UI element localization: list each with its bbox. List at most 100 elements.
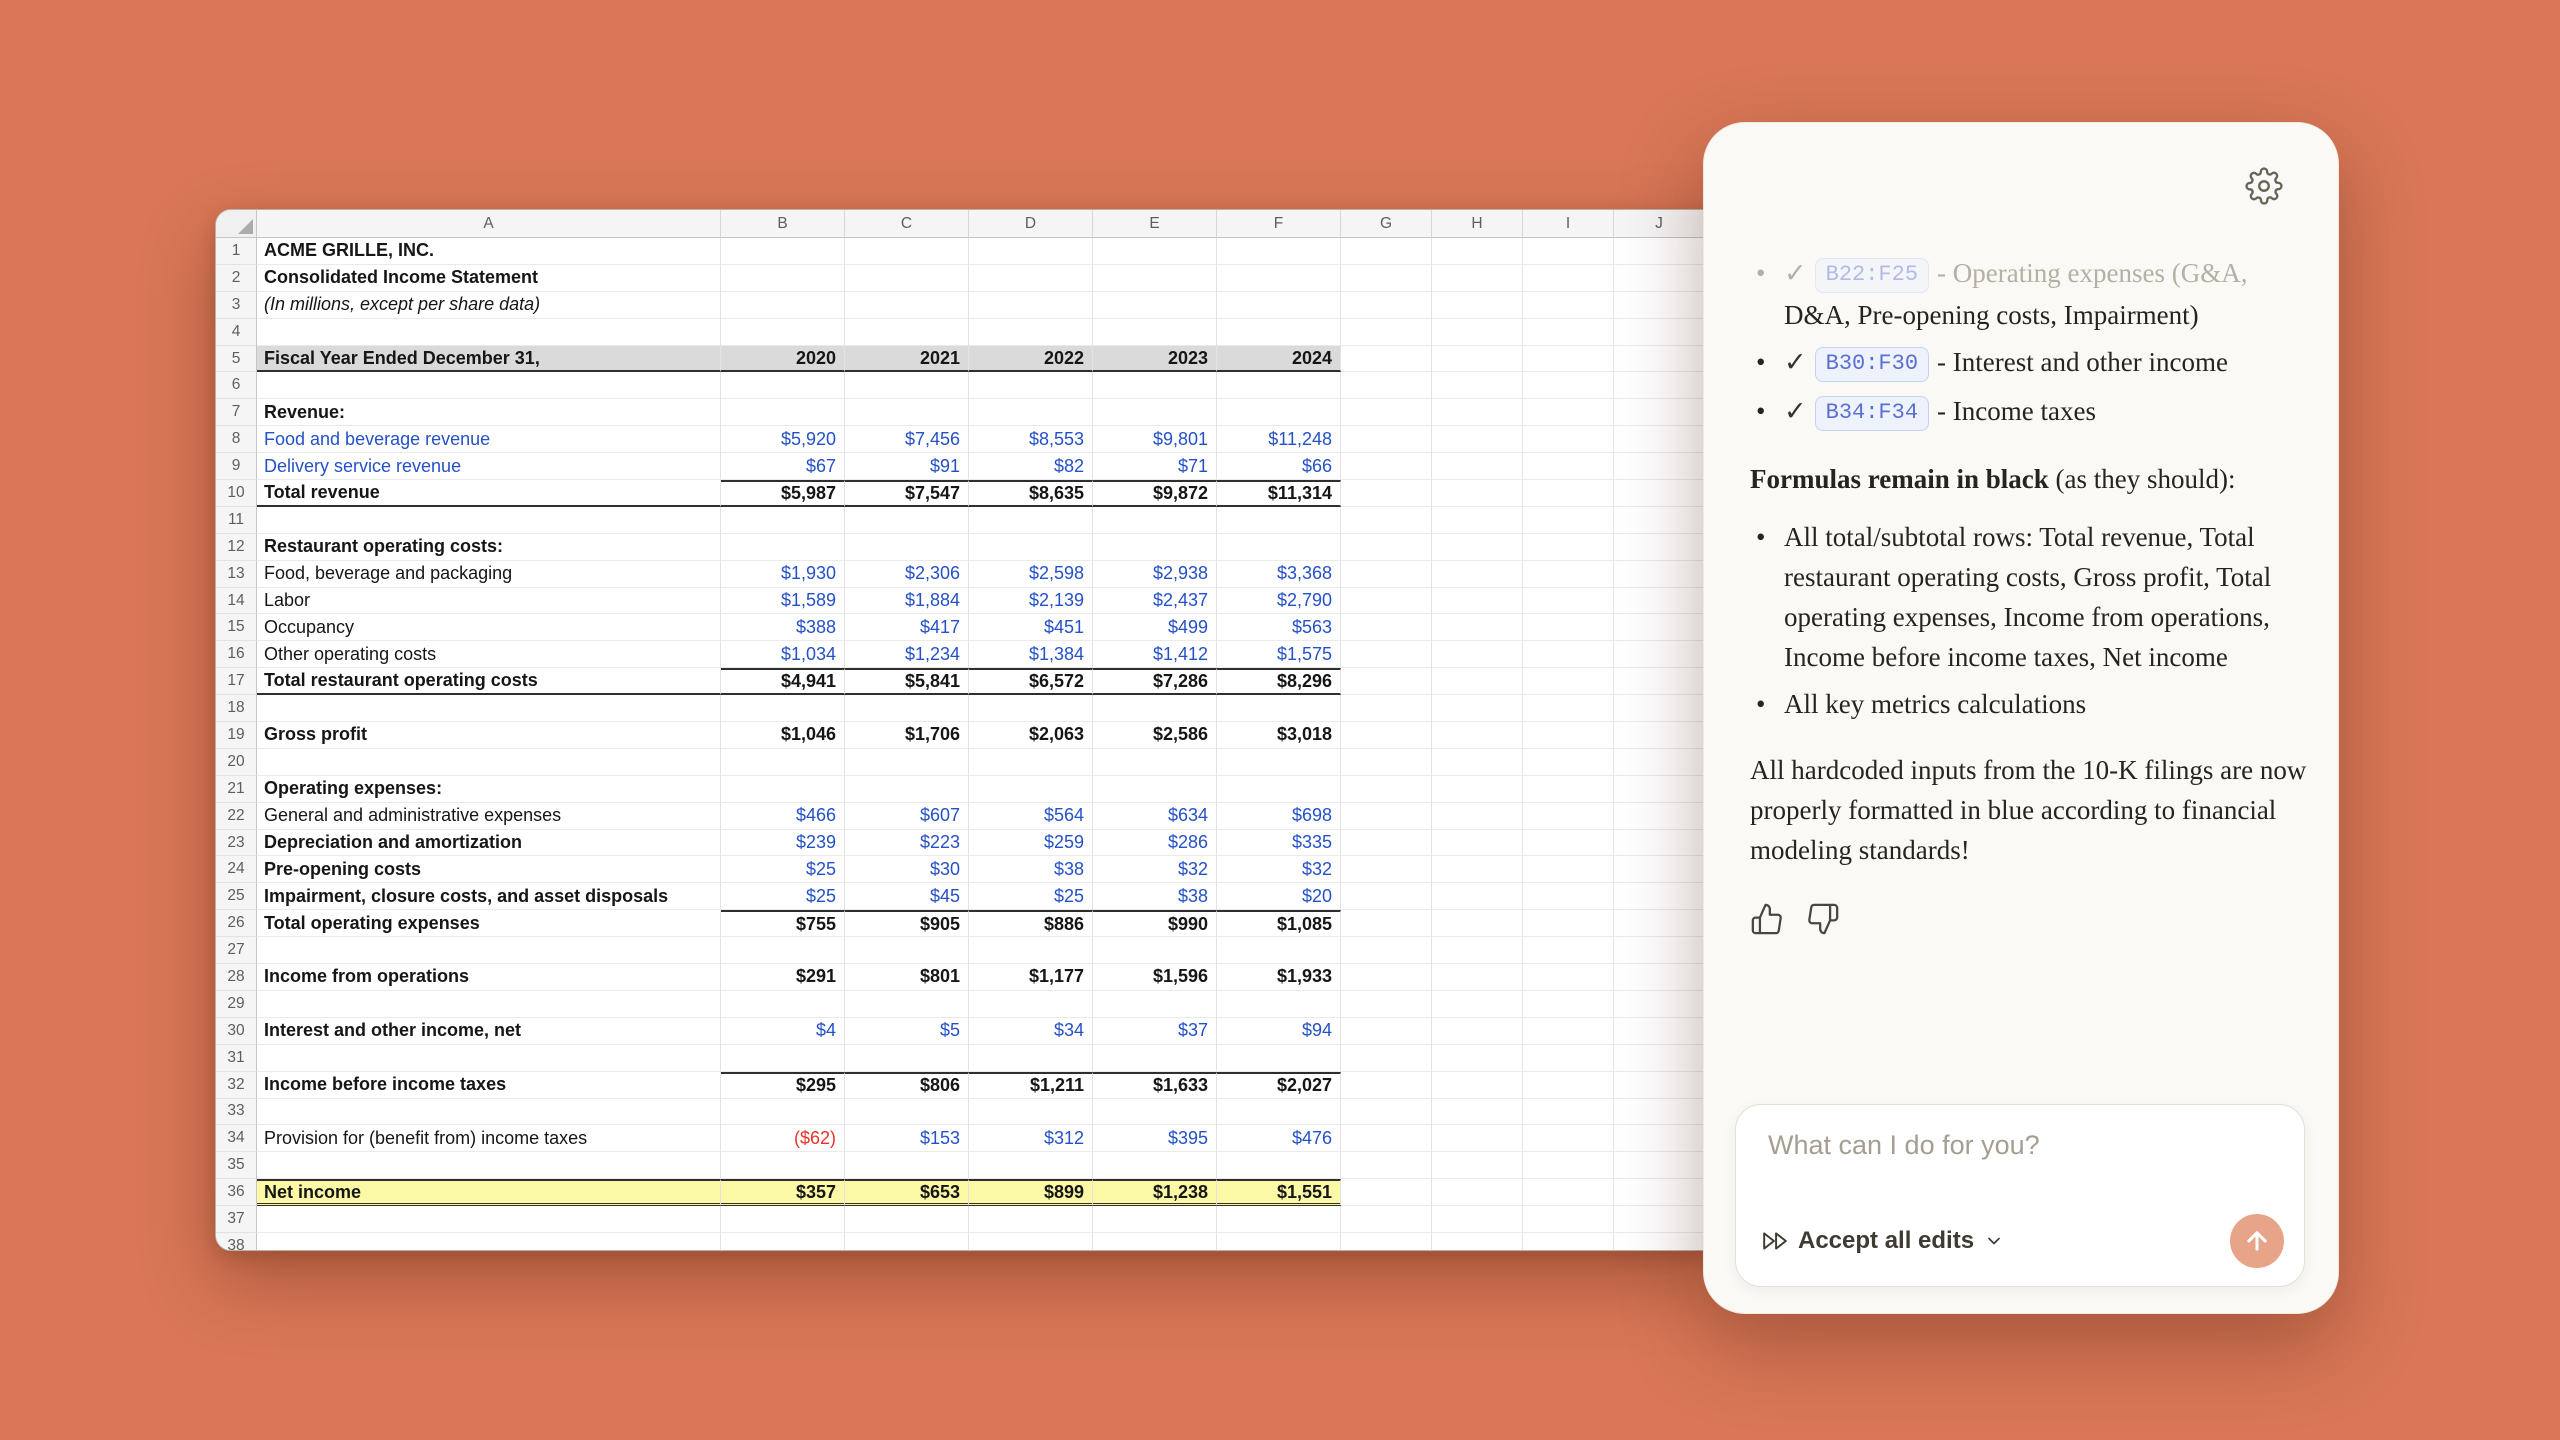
cell-C10[interactable]: $7,547 xyxy=(845,480,969,507)
row-header-23[interactable]: 23 xyxy=(216,830,257,857)
cell-J33[interactable] xyxy=(1614,1099,1705,1126)
cell-A27[interactable] xyxy=(257,937,721,964)
cell-D36[interactable]: $899 xyxy=(969,1179,1093,1206)
column-header-F[interactable]: F xyxy=(1217,210,1341,238)
cell-C2[interactable] xyxy=(845,265,969,292)
cell-G35[interactable] xyxy=(1341,1152,1432,1179)
cell-H13[interactable] xyxy=(1432,561,1523,588)
cell-J27[interactable] xyxy=(1614,937,1705,964)
cell-A15[interactable]: Occupancy xyxy=(257,614,721,641)
send-button[interactable] xyxy=(2230,1214,2284,1268)
row-header-32[interactable]: 32 xyxy=(216,1072,257,1099)
accept-all-edits-button[interactable]: Accept all edits xyxy=(1762,1227,2004,1255)
cell-G16[interactable] xyxy=(1341,641,1432,668)
cell-D23[interactable]: $259 xyxy=(969,830,1093,857)
cell-F21[interactable] xyxy=(1217,776,1341,803)
cell-J36[interactable] xyxy=(1614,1179,1705,1206)
cell-J10[interactable] xyxy=(1614,480,1705,507)
cell-H10[interactable] xyxy=(1432,480,1523,507)
cell-I29[interactable] xyxy=(1523,991,1614,1018)
cell-H5[interactable] xyxy=(1432,346,1523,373)
cell-I26[interactable] xyxy=(1523,910,1614,937)
cell-D17[interactable]: $6,572 xyxy=(969,668,1093,695)
cell-C21[interactable] xyxy=(845,776,969,803)
column-header-B[interactable]: B xyxy=(721,210,845,238)
cell-I37[interactable] xyxy=(1523,1206,1614,1233)
cell-F1[interactable] xyxy=(1217,238,1341,265)
cell-B35[interactable] xyxy=(721,1152,845,1179)
cell-F34[interactable]: $476 xyxy=(1217,1125,1341,1152)
cell-H8[interactable] xyxy=(1432,426,1523,453)
cell-H19[interactable] xyxy=(1432,722,1523,749)
cell-F26[interactable]: $1,085 xyxy=(1217,910,1341,937)
cell-A24[interactable]: Pre-opening costs xyxy=(257,856,721,883)
cell-E15[interactable]: $499 xyxy=(1093,614,1217,641)
cell-H32[interactable] xyxy=(1432,1072,1523,1099)
cell-D19[interactable]: $2,063 xyxy=(969,722,1093,749)
cell-F9[interactable]: $66 xyxy=(1217,453,1341,480)
cell-A16[interactable]: Other operating costs xyxy=(257,641,721,668)
row-header-15[interactable]: 15 xyxy=(216,614,257,641)
cell-B1[interactable] xyxy=(721,238,845,265)
cell-A38[interactable] xyxy=(257,1233,721,1251)
cell-C9[interactable]: $91 xyxy=(845,453,969,480)
cell-H20[interactable] xyxy=(1432,749,1523,776)
cell-B16[interactable]: $1,034 xyxy=(721,641,845,668)
thumbs-up-button[interactable] xyxy=(1750,902,1784,939)
cell-G38[interactable] xyxy=(1341,1233,1432,1251)
cell-B27[interactable] xyxy=(721,937,845,964)
cell-E28[interactable]: $1,596 xyxy=(1093,964,1217,991)
column-header-C[interactable]: C xyxy=(845,210,969,238)
cell-F14[interactable]: $2,790 xyxy=(1217,588,1341,615)
cell-C20[interactable] xyxy=(845,749,969,776)
cell-J7[interactable] xyxy=(1614,399,1705,426)
row-header-17[interactable]: 17 xyxy=(216,668,257,695)
cell-J21[interactable] xyxy=(1614,776,1705,803)
cell-F36[interactable]: $1,551 xyxy=(1217,1179,1341,1206)
cell-I19[interactable] xyxy=(1523,722,1614,749)
cell-H35[interactable] xyxy=(1432,1152,1523,1179)
cell-G11[interactable] xyxy=(1341,507,1432,534)
cell-E31[interactable] xyxy=(1093,1045,1217,1072)
cell-G33[interactable] xyxy=(1341,1099,1432,1126)
cell-G15[interactable] xyxy=(1341,614,1432,641)
cell-range-chip[interactable]: B22:F25 xyxy=(1815,258,1929,293)
cell-E22[interactable]: $634 xyxy=(1093,803,1217,830)
cell-B26[interactable]: $755 xyxy=(721,910,845,937)
cell-F31[interactable] xyxy=(1217,1045,1341,1072)
cell-H1[interactable] xyxy=(1432,238,1523,265)
cell-I10[interactable] xyxy=(1523,480,1614,507)
cell-F18[interactable] xyxy=(1217,695,1341,722)
cell-H3[interactable] xyxy=(1432,292,1523,319)
cell-F6[interactable] xyxy=(1217,372,1341,399)
cell-E14[interactable]: $2,437 xyxy=(1093,588,1217,615)
cell-H28[interactable] xyxy=(1432,964,1523,991)
row-header-1[interactable]: 1 xyxy=(216,238,257,265)
cell-A25[interactable]: Impairment, closure costs, and asset dis… xyxy=(257,883,721,910)
cell-H9[interactable] xyxy=(1432,453,1523,480)
cell-E18[interactable] xyxy=(1093,695,1217,722)
cell-E10[interactable]: $9,872 xyxy=(1093,480,1217,507)
cell-E27[interactable] xyxy=(1093,937,1217,964)
cell-J28[interactable] xyxy=(1614,964,1705,991)
cell-F15[interactable]: $563 xyxy=(1217,614,1341,641)
row-header-29[interactable]: 29 xyxy=(216,991,257,1018)
cell-C7[interactable] xyxy=(845,399,969,426)
cell-J35[interactable] xyxy=(1614,1152,1705,1179)
cell-F30[interactable]: $94 xyxy=(1217,1018,1341,1045)
cell-E38[interactable] xyxy=(1093,1233,1217,1251)
cell-A35[interactable] xyxy=(257,1152,721,1179)
cell-H27[interactable] xyxy=(1432,937,1523,964)
cell-A9[interactable]: Delivery service revenue xyxy=(257,453,721,480)
cell-G7[interactable] xyxy=(1341,399,1432,426)
cell-I2[interactable] xyxy=(1523,265,1614,292)
cell-G6[interactable] xyxy=(1341,372,1432,399)
cell-F19[interactable]: $3,018 xyxy=(1217,722,1341,749)
cell-J13[interactable] xyxy=(1614,561,1705,588)
cell-C37[interactable] xyxy=(845,1206,969,1233)
row-header-31[interactable]: 31 xyxy=(216,1045,257,1072)
cell-F37[interactable] xyxy=(1217,1206,1341,1233)
cell-B37[interactable] xyxy=(721,1206,845,1233)
cell-G34[interactable] xyxy=(1341,1125,1432,1152)
cell-F24[interactable]: $32 xyxy=(1217,856,1341,883)
